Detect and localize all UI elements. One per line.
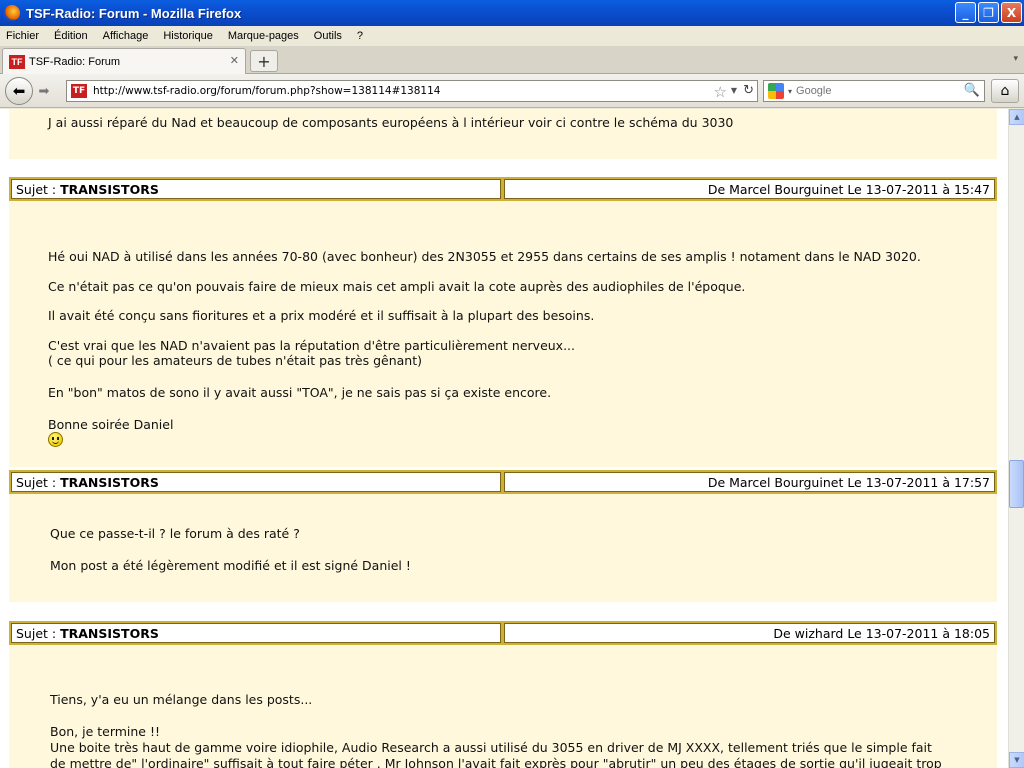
- smiley-icon: [48, 432, 63, 447]
- restore-button[interactable]: ❐: [978, 2, 999, 23]
- post-line: Ce n'était pas ce qu'on pouvais faire de…: [48, 279, 746, 294]
- subject-title: TRANSISTORS: [60, 474, 159, 490]
- author-date-cell: De wizhard Le 13-07-2011 à 18:05: [504, 623, 995, 643]
- window-title: TSF-Radio: Forum - Mozilla Firefox: [26, 5, 242, 21]
- post-header: Sujet : TRANSISTORS De Marcel Bourguinet…: [9, 177, 997, 201]
- minimize-button[interactable]: _: [955, 2, 976, 23]
- search-bar[interactable]: ▾ 🔍: [763, 80, 985, 102]
- menu-outils[interactable]: Outils: [314, 30, 342, 42]
- post-line: En "bon" matos de sono il y avait aussi …: [48, 385, 552, 400]
- scroll-thumb[interactable]: [1009, 460, 1024, 508]
- post-line: de mettre de" l'ordinaire" suffisait à t…: [50, 756, 942, 768]
- tab-close-icon[interactable]: ✕: [230, 54, 239, 67]
- close-window-button[interactable]: X: [1001, 2, 1022, 23]
- post-header: Sujet : TRANSISTORS De Marcel Bourguinet…: [9, 470, 997, 494]
- url-bar[interactable]: TF ☆ ▼ ↻: [66, 80, 758, 102]
- forward-button[interactable]: ➡: [34, 82, 54, 100]
- subject-cell: Sujet : TRANSISTORS: [11, 623, 501, 643]
- subject-label: Sujet :: [16, 181, 57, 197]
- post-line: Bon, je termine !!: [50, 724, 160, 739]
- firefox-icon: [4, 5, 20, 21]
- author-date-cell: De Marcel Bourguinet Le 13-07-2011 à 15:…: [504, 179, 995, 199]
- scroll-down-button[interactable]: ▼: [1009, 752, 1024, 768]
- google-icon[interactable]: [768, 83, 784, 99]
- post-header: Sujet : TRANSISTORS De wizhard Le 13-07-…: [9, 621, 997, 645]
- post-line: C'est vrai que les NAD n'avaient pas la …: [48, 338, 575, 353]
- subject-title: TRANSISTORS: [60, 625, 159, 641]
- site-favicon-icon: TF: [71, 84, 87, 98]
- menu-help[interactable]: ?: [357, 30, 363, 42]
- menu-bar: Fichier Édition Affichage Historique Mar…: [0, 26, 1024, 46]
- post-line: Hé oui NAD à utilisé dans les années 70-…: [48, 249, 921, 264]
- author-date-cell: De Marcel Bourguinet Le 13-07-2011 à 17:…: [504, 472, 995, 492]
- window-titlebar: TSF-Radio: Forum - Mozilla Firefox _ ❐ X: [0, 0, 1024, 26]
- reload-icon[interactable]: ↻: [743, 83, 754, 98]
- subject-title: TRANSISTORS: [60, 181, 159, 197]
- post-body-previous: J ai aussi réparé du Nad et beaucoup de …: [9, 109, 997, 159]
- post-line: Bonne soirée Daniel: [48, 417, 174, 432]
- subject-cell: Sujet : TRANSISTORS: [11, 472, 501, 492]
- url-input[interactable]: [93, 85, 683, 97]
- menu-edition[interactable]: Édition: [54, 30, 88, 42]
- back-button[interactable]: ⬅: [5, 77, 33, 105]
- url-history-dropdown-icon[interactable]: ▼: [731, 86, 737, 95]
- window-controls: _ ❐ X: [955, 2, 1022, 23]
- post-body: Hé oui NAD à utilisé dans les années 70-…: [9, 201, 997, 467]
- scroll-up-button[interactable]: ▲: [1009, 109, 1024, 125]
- menu-fichier[interactable]: Fichier: [6, 30, 39, 42]
- page-content: J ai aussi réparé du Nad et beaucoup de …: [0, 109, 1008, 768]
- search-engine-dropdown-icon[interactable]: ▾: [788, 87, 792, 96]
- post-line: Il avait été conçu sans fioritures et a …: [48, 308, 595, 323]
- bookmark-star-icon[interactable]: ☆: [714, 83, 727, 101]
- post-line: Mon post a été légèrement modifié et il …: [50, 558, 411, 573]
- tab-list-chevron-icon[interactable]: ▾: [1013, 54, 1018, 64]
- tab-bar: TF TSF-Radio: Forum ✕ + ▾: [0, 46, 1024, 74]
- subject-label: Sujet :: [16, 474, 57, 490]
- tsf-favicon-icon: TF: [9, 54, 25, 69]
- post-line: Une boite très haut de gamme voire idiop…: [50, 740, 932, 755]
- navigation-bar: ⬅ ➡ TF ☆ ▼ ↻ ▾ 🔍 ⌂: [0, 74, 1024, 108]
- post-body: Tiens, y'a eu un mélange dans les posts.…: [9, 645, 997, 768]
- post-body: Que ce passe-t-il ? le forum à des raté …: [9, 494, 997, 602]
- post-line: ( ce qui pour les amateurs de tubes n'ét…: [48, 353, 423, 368]
- attachment-image-icon: [925, 109, 985, 121]
- subject-cell: Sujet : TRANSISTORS: [11, 179, 501, 199]
- home-button[interactable]: ⌂: [991, 79, 1019, 103]
- post-line: Que ce passe-t-il ? le forum à des raté …: [50, 526, 300, 541]
- post-line: Tiens, y'a eu un mélange dans les posts.…: [50, 692, 313, 707]
- search-icon[interactable]: 🔍: [964, 83, 980, 98]
- menu-marque-pages[interactable]: Marque-pages: [228, 30, 299, 42]
- search-input[interactable]: [796, 85, 967, 97]
- vertical-scrollbar[interactable]: ▲ ▼: [1008, 109, 1024, 768]
- tab-tsf-radio-forum[interactable]: TF TSF-Radio: Forum ✕: [2, 48, 246, 74]
- menu-affichage[interactable]: Affichage: [103, 30, 149, 42]
- tab-label: TSF-Radio: Forum: [29, 55, 121, 68]
- post-text: J ai aussi réparé du Nad et beaucoup de …: [48, 115, 734, 130]
- new-tab-button[interactable]: +: [250, 50, 278, 72]
- subject-label: Sujet :: [16, 625, 57, 641]
- menu-historique[interactable]: Historique: [163, 30, 213, 42]
